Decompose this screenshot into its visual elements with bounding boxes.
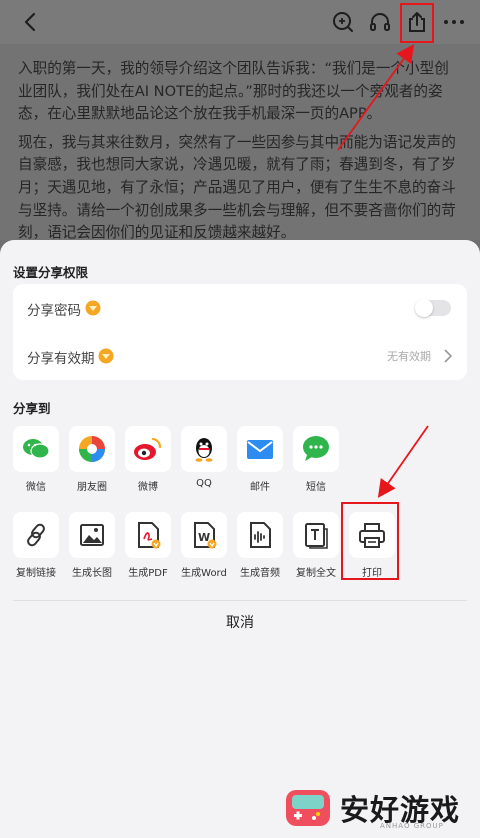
anhao-logo-icon	[286, 790, 330, 826]
share-qq[interactable]: QQ	[181, 426, 227, 489]
cancel-button[interactable]: 取消	[0, 612, 480, 632]
link-icon	[27, 523, 45, 547]
watermark: 安好游戏 ANHAO GROUP	[284, 784, 474, 834]
share-mail[interactable]: 邮件	[237, 426, 283, 493]
share-highlight-box	[400, 3, 434, 43]
wechat-icon	[23, 439, 50, 459]
share-validity-label: 分享有效期	[27, 351, 95, 367]
pdf-icon	[138, 522, 161, 549]
generate-word[interactable]: W 生成Word	[181, 512, 227, 579]
generate-long-image[interactable]: 生成长图	[69, 512, 115, 579]
share-validity-row[interactable]: 分享有效期 无有效期	[13, 332, 467, 380]
image-icon	[80, 524, 104, 546]
audio-icon	[250, 522, 271, 548]
share-to-title: 分享到	[13, 401, 51, 416]
watermark-sub: ANHAO GROUP	[380, 822, 444, 830]
permissions-card: 分享密码 分享有效期 无有效期	[13, 284, 467, 380]
back-icon[interactable]	[18, 9, 44, 35]
share-label: 短信	[306, 482, 326, 493]
vip-badge-icon	[98, 348, 114, 364]
mail-icon	[247, 440, 273, 459]
toggle-knob	[415, 299, 433, 317]
share-weibo[interactable]: 微博	[125, 426, 171, 493]
share-sms[interactable]: 短信	[293, 426, 339, 493]
share-sheet: 设置分享权限 分享密码 分享有效期 无有效期 分享到 微信 朋友圈 微博 QQ …	[0, 240, 480, 838]
share-password-toggle[interactable]	[415, 299, 451, 317]
vip-badge-icon	[85, 300, 101, 316]
divider	[13, 600, 467, 601]
article-paragraph: 现在，我与其来往数月，突然有了一些因参与其中而能为语记发声的自豪感，我也想同大家…	[18, 133, 456, 242]
copy-link[interactable]: 复制链接	[13, 512, 59, 579]
share-password-label: 分享密码	[27, 303, 81, 319]
sms-icon	[303, 436, 329, 461]
article-paragraph: 入职的第一天，我的领导介绍这个团队告诉我：“我们是一个小型创业团队，我们处在AI…	[18, 60, 449, 123]
share-moments[interactable]: 朋友圈	[69, 426, 115, 493]
generate-pdf[interactable]: 生成PDF	[125, 512, 171, 579]
permissions-title: 设置分享权限	[13, 265, 89, 280]
generate-audio[interactable]: 生成音频	[237, 512, 283, 579]
share-password-row[interactable]: 分享密码	[13, 284, 467, 332]
moments-icon	[79, 436, 105, 462]
qq-icon	[195, 438, 213, 462]
top-bar	[0, 0, 480, 44]
share-wechat[interactable]: 微信	[13, 426, 59, 493]
headphones-icon[interactable]	[367, 9, 393, 35]
more-icon[interactable]	[441, 9, 467, 35]
copy-full-text[interactable]: 复制全文	[293, 512, 339, 579]
article-body: 入职的第一天，我的领导介绍这个团队告诉我：“我们是一个小型创业团队，我们处在AI…	[0, 44, 480, 241]
text-doc-icon	[305, 523, 328, 549]
chevron-right-icon	[444, 349, 453, 363]
weibo-icon	[134, 437, 162, 460]
word-icon: W	[194, 522, 217, 549]
print-highlight-box	[341, 502, 399, 580]
share-validity-value: 无有效期	[387, 350, 431, 363]
ai-search-icon[interactable]	[330, 9, 356, 35]
